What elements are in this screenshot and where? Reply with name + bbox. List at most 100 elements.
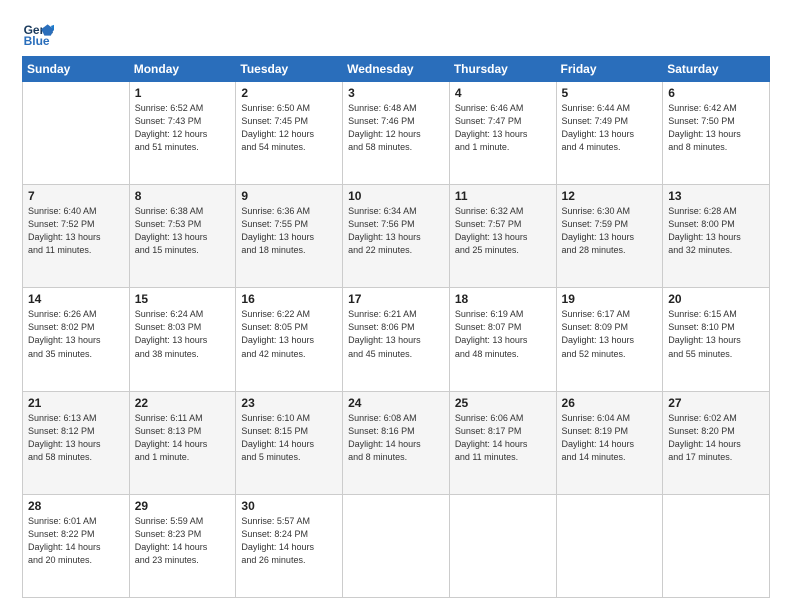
day-number: 18 <box>455 292 551 306</box>
day-number: 1 <box>135 86 231 100</box>
day-info: Sunrise: 6:46 AM Sunset: 7:47 PM Dayligh… <box>455 102 551 154</box>
day-number: 4 <box>455 86 551 100</box>
day-info: Sunrise: 6:30 AM Sunset: 7:59 PM Dayligh… <box>562 205 658 257</box>
calendar-cell: 30Sunrise: 5:57 AM Sunset: 8:24 PM Dayli… <box>236 494 343 597</box>
calendar-cell: 5Sunrise: 6:44 AM Sunset: 7:49 PM Daylig… <box>556 82 663 185</box>
calendar-cell: 3Sunrise: 6:48 AM Sunset: 7:46 PM Daylig… <box>343 82 450 185</box>
calendar-cell: 26 Sunrise: 6:04 AM Sunset: 8:19 PM Dayli… <box>556 391 663 494</box>
weekday-header: Saturday <box>663 57 770 82</box>
day-info: Sunrise: 6:24 AM Sunset: 8:03 PM Dayligh… <box>135 308 231 360</box>
day-number: 5 <box>562 86 658 100</box>
day-number: 2 <box>241 86 337 100</box>
day-info: Sunrise: 6:42 AM Sunset: 7:50 PM Dayligh… <box>668 102 764 154</box>
calendar-cell: 25 Sunrise: 6:06 AM Sunset: 8:17 PM Dayli… <box>449 391 556 494</box>
day-number: 15 <box>135 292 231 306</box>
day-info: Sunrise: 6:28 AM Sunset: 8:00 PM Dayligh… <box>668 205 764 257</box>
day-info: Sunrise: 6:19 AM Sunset: 8:07 PM Dayligh… <box>455 308 551 360</box>
day-number: 11 <box>455 189 551 203</box>
day-number: 13 <box>668 189 764 203</box>
calendar-cell: 24 Sunrise: 6:08 AM Sunset: 8:16 PM Dayli… <box>343 391 450 494</box>
day-info: Sunrise: 5:59 AM Sunset: 8:23 PM Dayligh… <box>135 515 231 567</box>
weekday-header: Wednesday <box>343 57 450 82</box>
calendar-cell: 15 Sunrise: 6:24 AM Sunset: 8:03 PM Dayli… <box>129 288 236 391</box>
calendar-cell: 20 Sunrise: 6:15 AM Sunset: 8:10 PM Dayli… <box>663 288 770 391</box>
day-number: 22 <box>135 396 231 410</box>
day-info: Sunrise: 6:01 AM Sunset: 8:22 PM Dayligh… <box>28 515 124 567</box>
calendar-week-row: 14Sunrise: 6:26 AM Sunset: 8:02 PM Dayli… <box>23 288 770 391</box>
calendar-cell: 1 Sunrise: 6:52 AM Sunset: 7:43 PM Daylig… <box>129 82 236 185</box>
calendar-cell: 8Sunrise: 6:38 AM Sunset: 7:53 PM Daylig… <box>129 185 236 288</box>
calendar-cell: 2 Sunrise: 6:50 AM Sunset: 7:45 PM Daylig… <box>236 82 343 185</box>
weekday-header: Thursday <box>449 57 556 82</box>
weekday-header: Monday <box>129 57 236 82</box>
day-number: 17 <box>348 292 444 306</box>
day-number: 16 <box>241 292 337 306</box>
calendar-cell: 10 Sunrise: 6:34 AM Sunset: 7:56 PM Dayli… <box>343 185 450 288</box>
day-number: 25 <box>455 396 551 410</box>
calendar-cell: 18 Sunrise: 6:19 AM Sunset: 8:07 PM Dayli… <box>449 288 556 391</box>
day-number: 20 <box>668 292 764 306</box>
day-info: Sunrise: 6:32 AM Sunset: 7:57 PM Dayligh… <box>455 205 551 257</box>
calendar-cell <box>663 494 770 597</box>
logo: General Blue <box>22 18 58 50</box>
day-info: Sunrise: 6:11 AM Sunset: 8:13 PM Dayligh… <box>135 412 231 464</box>
day-info: Sunrise: 6:10 AM Sunset: 8:15 PM Dayligh… <box>241 412 337 464</box>
calendar-cell: 12 Sunrise: 6:30 AM Sunset: 7:59 PM Dayli… <box>556 185 663 288</box>
day-number: 6 <box>668 86 764 100</box>
calendar-cell: 22 Sunrise: 6:11 AM Sunset: 8:13 PM Dayli… <box>129 391 236 494</box>
logo-icon: General Blue <box>22 18 54 50</box>
day-number: 9 <box>241 189 337 203</box>
calendar-week-row: 1 Sunrise: 6:52 AM Sunset: 7:43 PM Daylig… <box>23 82 770 185</box>
calendar-cell: 9 Sunrise: 6:36 AM Sunset: 7:55 PM Daylig… <box>236 185 343 288</box>
day-info: Sunrise: 5:57 AM Sunset: 8:24 PM Dayligh… <box>241 515 337 567</box>
day-number: 23 <box>241 396 337 410</box>
day-number: 12 <box>562 189 658 203</box>
day-info: Sunrise: 6:06 AM Sunset: 8:17 PM Dayligh… <box>455 412 551 464</box>
day-number: 7 <box>28 189 124 203</box>
calendar-cell: 13 Sunrise: 6:28 AM Sunset: 8:00 PM Dayli… <box>663 185 770 288</box>
day-info: Sunrise: 6:38 AM Sunset: 7:53 PM Dayligh… <box>135 205 231 257</box>
day-info: Sunrise: 6:50 AM Sunset: 7:45 PM Dayligh… <box>241 102 337 154</box>
calendar-cell: 4 Sunrise: 6:46 AM Sunset: 7:47 PM Daylig… <box>449 82 556 185</box>
calendar-cell: 28 Sunrise: 6:01 AM Sunset: 8:22 PM Dayli… <box>23 494 130 597</box>
day-info: Sunrise: 6:40 AM Sunset: 7:52 PM Dayligh… <box>28 205 124 257</box>
day-info: Sunrise: 6:08 AM Sunset: 8:16 PM Dayligh… <box>348 412 444 464</box>
svg-text:Blue: Blue <box>24 34 50 48</box>
calendar-cell: 21 Sunrise: 6:13 AM Sunset: 8:12 PM Dayli… <box>23 391 130 494</box>
day-number: 28 <box>28 499 124 513</box>
calendar-week-row: 7 Sunrise: 6:40 AM Sunset: 7:52 PM Daylig… <box>23 185 770 288</box>
calendar-cell <box>556 494 663 597</box>
calendar-week-row: 28 Sunrise: 6:01 AM Sunset: 8:22 PM Dayli… <box>23 494 770 597</box>
calendar-cell: 19 Sunrise: 6:17 AM Sunset: 8:09 PM Dayli… <box>556 288 663 391</box>
day-number: 27 <box>668 396 764 410</box>
day-info: Sunrise: 6:13 AM Sunset: 8:12 PM Dayligh… <box>28 412 124 464</box>
day-info: Sunrise: 6:36 AM Sunset: 7:55 PM Dayligh… <box>241 205 337 257</box>
calendar-header-row: SundayMondayTuesdayWednesdayThursdayFrid… <box>23 57 770 82</box>
calendar-cell: 6 Sunrise: 6:42 AM Sunset: 7:50 PM Daylig… <box>663 82 770 185</box>
calendar-cell: 16Sunrise: 6:22 AM Sunset: 8:05 PM Dayli… <box>236 288 343 391</box>
day-info: Sunrise: 6:17 AM Sunset: 8:09 PM Dayligh… <box>562 308 658 360</box>
header: General Blue <box>22 18 770 50</box>
day-info: Sunrise: 6:52 AM Sunset: 7:43 PM Dayligh… <box>135 102 231 154</box>
calendar-table: SundayMondayTuesdayWednesdayThursdayFrid… <box>22 56 770 598</box>
day-number: 26 <box>562 396 658 410</box>
day-number: 24 <box>348 396 444 410</box>
day-info: Sunrise: 6:15 AM Sunset: 8:10 PM Dayligh… <box>668 308 764 360</box>
day-info: Sunrise: 6:21 AM Sunset: 8:06 PM Dayligh… <box>348 308 444 360</box>
calendar-cell: 7 Sunrise: 6:40 AM Sunset: 7:52 PM Daylig… <box>23 185 130 288</box>
calendar-cell <box>23 82 130 185</box>
day-number: 19 <box>562 292 658 306</box>
day-info: Sunrise: 6:02 AM Sunset: 8:20 PM Dayligh… <box>668 412 764 464</box>
calendar-cell <box>449 494 556 597</box>
day-number: 10 <box>348 189 444 203</box>
day-info: Sunrise: 6:34 AM Sunset: 7:56 PM Dayligh… <box>348 205 444 257</box>
calendar-cell: 11 Sunrise: 6:32 AM Sunset: 7:57 PM Dayli… <box>449 185 556 288</box>
day-info: Sunrise: 6:26 AM Sunset: 8:02 PM Dayligh… <box>28 308 124 360</box>
day-number: 21 <box>28 396 124 410</box>
calendar-cell: 23 Sunrise: 6:10 AM Sunset: 8:15 PM Dayli… <box>236 391 343 494</box>
weekday-header: Friday <box>556 57 663 82</box>
calendar-cell: 14Sunrise: 6:26 AM Sunset: 8:02 PM Dayli… <box>23 288 130 391</box>
day-number: 29 <box>135 499 231 513</box>
page: General Blue SundayMondayTuesdayWednesda… <box>0 0 792 612</box>
day-info: Sunrise: 6:04 AM Sunset: 8:19 PM Dayligh… <box>562 412 658 464</box>
